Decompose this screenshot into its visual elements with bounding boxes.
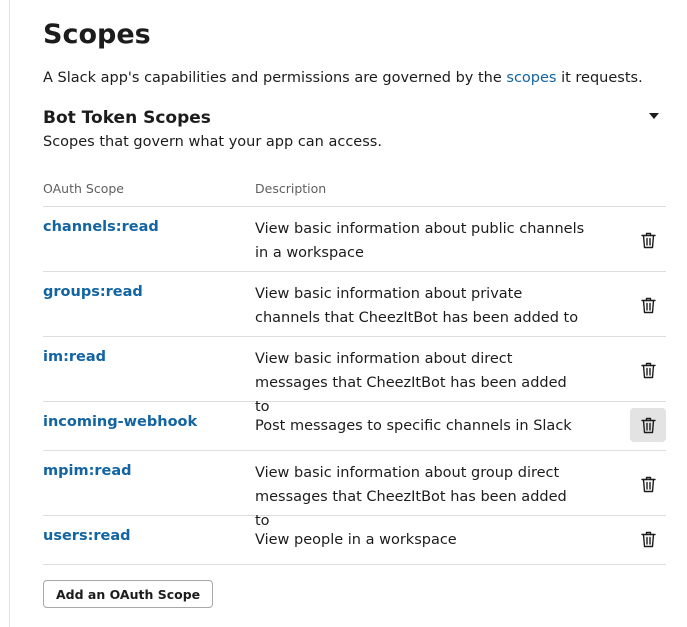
table-row: mpim:read View basic information about g… — [43, 451, 666, 529]
scopes-link[interactable]: scopes — [506, 70, 556, 86]
scope-description: View people in a workspace — [255, 532, 457, 548]
scope-name[interactable]: incoming-webhook — [43, 412, 197, 432]
intro-text-end: it requests. — [556, 70, 643, 86]
trash-icon[interactable] — [630, 467, 666, 501]
column-header-scope: OAuth Scope — [43, 181, 124, 196]
caret-down-icon[interactable] — [649, 113, 659, 119]
scope-description: View basic information about private cha… — [255, 286, 579, 326]
scope-name[interactable]: users:read — [43, 526, 131, 546]
column-header-description: Description — [255, 181, 327, 196]
section-subtitle: Scopes that govern what your app can acc… — [43, 134, 382, 150]
add-oauth-scope-button[interactable]: Add an OAuth Scope — [43, 580, 214, 608]
trash-icon[interactable] — [630, 522, 666, 556]
table-row: incoming-webhook Post messages to specif… — [43, 402, 666, 451]
scope-name[interactable]: im:read — [43, 347, 106, 367]
intro-text-start: A Slack app's capabilities and permissio… — [43, 70, 507, 86]
table-row: im:read View basic information about dir… — [43, 337, 666, 415]
scope-name[interactable]: channels:read — [43, 217, 159, 237]
scope-name[interactable]: groups:read — [43, 282, 143, 302]
left-divider — [9, 0, 10, 627]
scopes-panel: Scopes A Slack app's capabilities and pe… — [0, 0, 687, 627]
scope-name[interactable]: mpim:read — [43, 461, 132, 481]
trash-icon[interactable] — [630, 408, 666, 442]
trash-icon[interactable] — [630, 288, 666, 322]
section-title: Bot Token Scopes — [43, 108, 211, 128]
scope-description: Post messages to specific channels in Sl… — [255, 418, 572, 434]
trash-icon[interactable] — [630, 353, 666, 387]
table-row: groups:read View basic information about… — [43, 272, 666, 337]
table-row: channels:read View basic information abo… — [43, 207, 666, 272]
table-header: OAuth Scope Description — [43, 178, 666, 207]
table-row: users:read View people in a workspace — [43, 516, 666, 565]
page-title: Scopes — [43, 19, 151, 50]
intro-text: A Slack app's capabilities and permissio… — [43, 68, 643, 88]
trash-icon[interactable] — [630, 223, 666, 257]
scopes-table: OAuth Scope Description channels:read Vi… — [43, 178, 666, 565]
scope-description: View basic information about public chan… — [255, 221, 585, 261]
